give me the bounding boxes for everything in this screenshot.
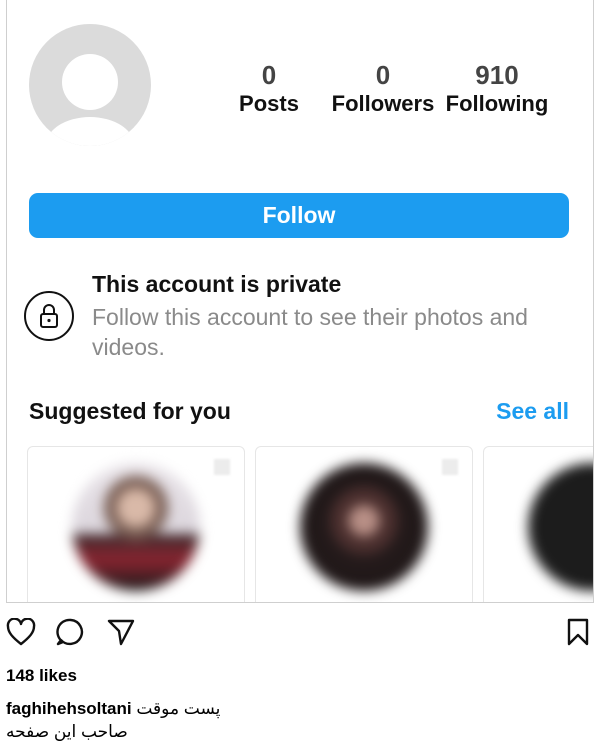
share-icon[interactable] [106,618,136,646]
avatar-body [45,117,135,146]
bookmark-icon[interactable] [566,618,590,646]
suggested-avatar[interactable] [300,463,428,591]
profile-screenshot: 0 Posts 0 Followers 910 Following Follow… [6,0,594,603]
lock-icon [24,291,74,341]
followers-label: Followers [331,91,435,116]
private-description: Follow this account to see their photos … [92,304,528,360]
dismiss-icon[interactable] [442,459,458,475]
following-stat[interactable]: 910 Following [443,60,551,118]
heart-icon[interactable] [6,618,36,646]
avatar-head [62,54,118,110]
dismiss-icon[interactable] [214,459,230,475]
post-action-bar [0,612,600,652]
posts-count: 0 [261,60,277,90]
followers-count: 0 [375,60,391,90]
suggested-card[interactable] [27,446,245,602]
comment-icon[interactable] [55,617,87,647]
caption-username[interactable]: faghihehsoltani [6,699,132,718]
following-count: 910 [475,60,519,90]
suggested-avatar[interactable] [528,463,593,591]
follow-button[interactable]: Follow [29,193,569,238]
suggested-avatar[interactable] [72,463,200,591]
private-title: This account is private [92,271,342,297]
caption-text: پست موقت [136,699,221,718]
posts-stat[interactable]: 0 Posts [229,60,309,118]
posts-label: Posts [239,91,299,116]
see-all-link[interactable]: See all [496,398,569,425]
likes-count[interactable]: 148 likes [6,666,77,686]
suggested-card[interactable] [483,446,593,602]
suggested-card[interactable] [255,446,473,602]
followers-stat[interactable]: 0 Followers [329,60,437,118]
post-caption: faghihehsoltani پست موقت [6,699,220,719]
avatar[interactable] [29,24,151,146]
suggested-title: Suggested for you [29,398,231,424]
caption-line: صاحب این صفحه [6,722,128,741]
following-label: Following [445,91,549,116]
